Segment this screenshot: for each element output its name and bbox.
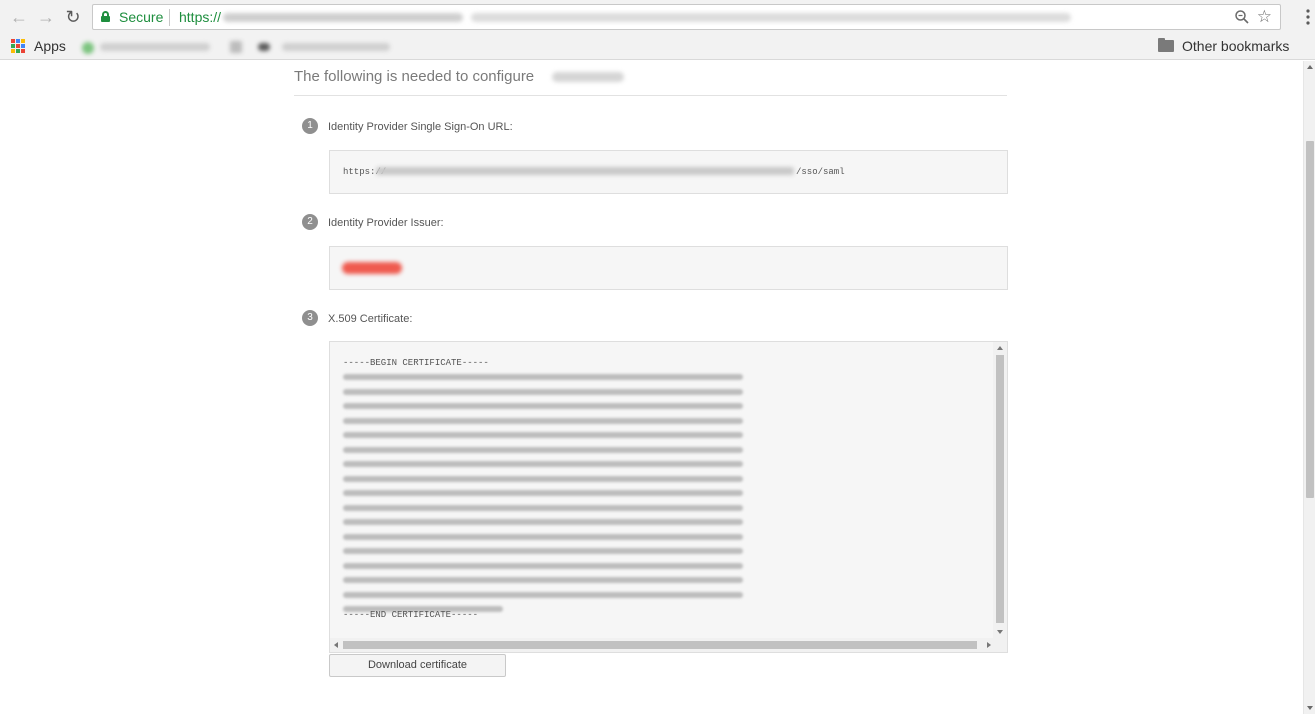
certificate-line-redacted (343, 533, 743, 540)
certificate-begin: -----BEGIN CERTIFICATE----- (343, 358, 489, 368)
bookmark-favicon-redacted[interactable] (258, 43, 270, 51)
step-2-badge: 2 (302, 214, 318, 230)
certificate-line-redacted (343, 519, 743, 525)
url-path-redacted (471, 13, 1071, 22)
certificate-line-redacted (343, 403, 743, 409)
apps-bookmark[interactable]: Apps (34, 38, 66, 54)
certificate-line-redacted (343, 591, 743, 598)
scroll-down-icon[interactable] (1307, 706, 1313, 710)
certificate-vscroll-thumb[interactable] (996, 355, 1004, 623)
sso-url-field[interactable]: https:// /sso/saml (329, 150, 1008, 194)
url-host-redacted (223, 13, 463, 22)
arrow-right-icon[interactable]: → (35, 6, 57, 28)
certificate-line-redacted (343, 475, 743, 482)
lock-icon (101, 11, 110, 22)
scroll-right-icon[interactable] (987, 642, 991, 648)
issuer-label: Identity Provider Issuer: (328, 217, 444, 229)
certificate-line-redacted (343, 504, 743, 511)
certificate-label: X.509 Certificate: (328, 313, 413, 325)
bookmark-favicon-redacted[interactable] (230, 41, 242, 53)
certificate-horizontal-scrollbar[interactable] (330, 638, 995, 652)
bookmarks-bar: Apps Other bookmarks (0, 34, 1315, 60)
scroll-up-icon[interactable] (1307, 65, 1313, 69)
certificate-line-redacted (343, 446, 743, 453)
app-name-redacted (552, 72, 624, 82)
certificate-line-redacted (343, 548, 743, 554)
sso-url-label: Identity Provider Single Sign-On URL: (328, 121, 513, 133)
certificate-line-redacted (343, 577, 743, 583)
bookmark-star-icon[interactable]: ☆ (1257, 7, 1272, 27)
menu-kebab-icon[interactable] (1305, 8, 1311, 26)
other-bookmarks[interactable]: Other bookmarks (1182, 38, 1289, 54)
sso-url-suffix: /sso/saml (796, 167, 845, 177)
reload-icon[interactable]: ↻ (62, 6, 84, 28)
certificate-vertical-scrollbar[interactable] (993, 342, 1007, 638)
certificate-line-redacted (343, 461, 743, 467)
bookmark-1-redacted[interactable] (100, 43, 210, 51)
address-divider (169, 9, 170, 26)
heading-divider (294, 95, 1007, 96)
bookmark-favicon-redacted[interactable] (82, 42, 94, 54)
folder-icon (1158, 38, 1174, 52)
zoom-icon[interactable] (1234, 9, 1250, 25)
scroll-corner (993, 638, 1007, 652)
certificate-textarea[interactable]: -----BEGIN CERTIFICATE----- -----END CER… (329, 341, 1008, 653)
certificate-line-redacted (343, 432, 743, 438)
secure-label: Secure (119, 9, 164, 25)
step-3-badge: 3 (302, 310, 318, 326)
address-bar[interactable]: Secure https:// ☆ (92, 4, 1281, 30)
apps-grid-icon[interactable] (11, 39, 25, 53)
arrow-left-icon[interactable]: ← (8, 6, 30, 28)
download-certificate-button[interactable]: Download certificate (329, 654, 506, 677)
sso-url-redacted (376, 167, 794, 175)
browser-toolbar: ← → ↻ Secure https:// ☆ (0, 0, 1315, 34)
certificate-line-redacted (343, 374, 743, 380)
issuer-field[interactable] (329, 246, 1008, 290)
certificate-hscroll-thumb[interactable] (343, 641, 977, 649)
certificate-line-redacted (343, 490, 743, 496)
certificate-line-redacted (343, 417, 743, 424)
page-scroll-thumb[interactable] (1306, 141, 1314, 498)
certificate-line-redacted (343, 562, 743, 569)
step-1-badge: 1 (302, 118, 318, 134)
bookmark-2-redacted[interactable] (282, 43, 390, 51)
issuer-value-redacted (342, 262, 402, 274)
certificate-end: -----END CERTIFICATE----- (343, 610, 479, 620)
scroll-up-icon[interactable] (997, 346, 1003, 350)
scroll-left-icon[interactable] (334, 642, 338, 648)
page-scrollbar[interactable] (1303, 61, 1315, 714)
scroll-down-icon[interactable] (997, 630, 1003, 634)
certificate-line-redacted (343, 388, 743, 395)
page-title: The following is needed to configure (294, 68, 535, 85)
url-scheme: https:// (179, 9, 222, 25)
